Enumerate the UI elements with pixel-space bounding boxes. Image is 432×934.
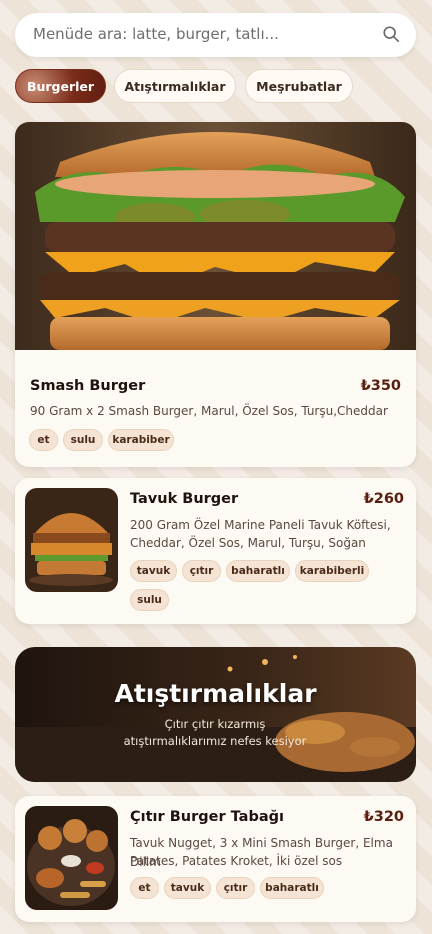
tag: et — [29, 429, 58, 451]
tag: karabiberli — [295, 560, 369, 582]
tab-atistirmaliklar[interactable]: Atıştırmalıklar — [114, 69, 236, 103]
item-description-line-1: 200 Gram Özel Marine Paneli Tavuk Köftes… — [130, 518, 391, 532]
menu-item-card[interactable]: Çıtır Burger Tabağı ₺320 Tavuk Nugget, 3… — [15, 796, 416, 922]
item-description-line-2: Cheddar, Özel Sos, Marul, Turşu, Soğan — [130, 536, 366, 550]
menu-item-card[interactable]: Tavuk Burger ₺260 200 Gram Özel Marine P… — [15, 478, 416, 624]
tag: baharatlı — [226, 560, 290, 582]
item-title: Smash Burger — [30, 378, 146, 394]
item-price: ₺350 — [360, 378, 401, 394]
citir-burger-tabagi-image — [25, 806, 118, 910]
tag: baharatlı — [260, 877, 324, 899]
banner-title: Atıştırmalıklar — [114, 679, 317, 708]
item-description-line-2: Patates, Patates Kroket, İki özel sos — [130, 854, 343, 868]
item-title: Tavuk Burger — [130, 491, 239, 507]
item-description: 90 Gram x 2 Smash Burger, Marul, Özel So… — [30, 404, 388, 418]
tag: çıtır — [216, 877, 255, 899]
category-banner-atistirmaliklar[interactable]: Atıştırmalıklar Çıtır çıtır kızarmış atı… — [15, 647, 416, 782]
tab-mesrubatlar[interactable]: Meşrubatlar — [245, 69, 353, 103]
menu-item-card[interactable]: Smash Burger ₺350 90 Gram x 2 Smash Burg… — [15, 122, 416, 467]
tab-burgerler[interactable]: Burgerler — [15, 69, 106, 103]
tag: karabiber — [108, 429, 174, 451]
item-price: ₺260 — [363, 491, 404, 507]
search-placeholder: Menüde ara: latte, burger, tatlı... — [33, 25, 279, 43]
banner-subtitle-line-2: atıştırmalıklarımız nefes kesiyor — [123, 734, 307, 748]
tag: tavuk — [130, 560, 177, 582]
tavuk-burger-image — [25, 488, 118, 592]
tag: sulu — [130, 589, 169, 611]
tag: sulu — [63, 429, 103, 451]
tag: tavuk — [164, 877, 211, 899]
banner-subtitle-line-1: Çıtır çıtır kızarmış — [164, 717, 266, 731]
item-price: ₺320 — [363, 809, 404, 825]
search-icon[interactable] — [382, 25, 400, 43]
banner-background-image — [15, 647, 416, 782]
item-title: Çıtır Burger Tabağı — [130, 809, 284, 825]
smash-burger-image — [15, 122, 416, 350]
tag: çıtır — [182, 560, 221, 582]
search-input[interactable]: Menüde ara: latte, burger, tatlı... — [15, 13, 416, 57]
tag: et — [130, 877, 159, 899]
